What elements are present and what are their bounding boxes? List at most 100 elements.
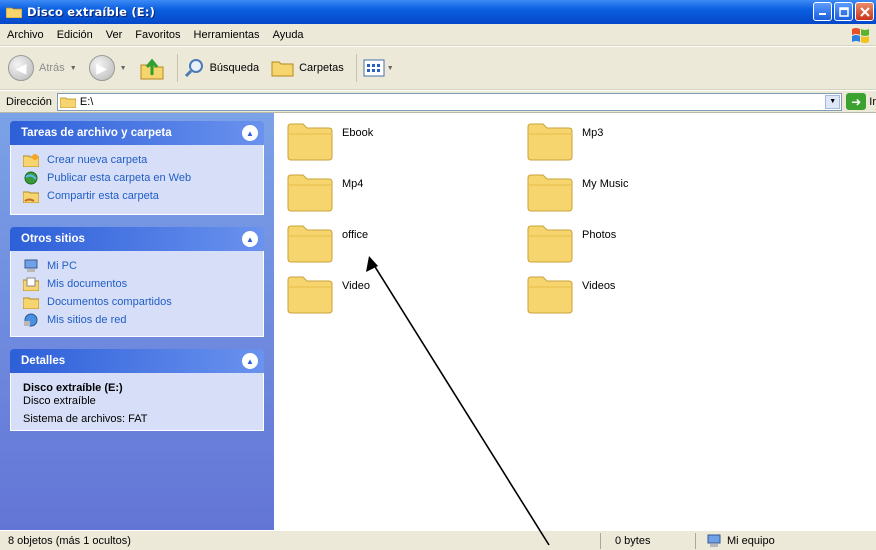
task-label: Crear nueva carpeta xyxy=(47,154,148,166)
back-button[interactable]: ◀ Atrás ▼ xyxy=(8,55,83,81)
close-button[interactable] xyxy=(855,2,874,21)
go-arrow-icon: ➜ xyxy=(846,93,867,110)
menu-edicion[interactable]: Edición xyxy=(57,29,93,41)
folder-up-icon xyxy=(140,58,164,80)
folders-button[interactable]: Carpetas xyxy=(271,58,344,78)
details-panel-title: Detalles xyxy=(21,355,66,367)
up-button[interactable] xyxy=(139,55,165,81)
place-network[interactable]: Mis sitios de red xyxy=(23,311,255,329)
details-panel: Detalles ▲ Disco extraíble (E:) Disco ex… xyxy=(10,349,264,431)
window-title: Disco extraíble (E:) xyxy=(27,5,156,19)
computer-icon xyxy=(707,534,721,547)
forward-arrow-icon: ▶ xyxy=(88,55,115,81)
place-label: Documentos compartidos xyxy=(47,296,172,308)
folder-item[interactable]: Videos xyxy=(526,272,615,314)
folder-label: office xyxy=(342,229,369,241)
search-icon xyxy=(184,59,203,78)
folder-icon xyxy=(6,7,22,18)
back-dropdown-icon[interactable]: ▼ xyxy=(70,65,77,72)
close-icon xyxy=(859,6,870,17)
globe-icon xyxy=(24,171,38,185)
status-size: 0 bytes xyxy=(615,534,651,547)
maximize-icon xyxy=(838,6,849,17)
minimize-button[interactable] xyxy=(813,2,832,21)
folder-icon xyxy=(287,276,333,314)
search-button[interactable]: Búsqueda xyxy=(184,57,260,79)
details-filesystem: Sistema de archivos: FAT xyxy=(23,413,148,425)
tasks-panel-title: Tareas de archivo y carpeta xyxy=(21,127,172,139)
folder-icon xyxy=(23,297,39,309)
status-location-label: Mi equipo xyxy=(727,534,775,547)
menu-ayuda[interactable]: Ayuda xyxy=(273,29,304,41)
details-name: Disco extraíble (E:) xyxy=(23,382,123,394)
places-panel-header[interactable]: Otros sitios ▲ xyxy=(10,227,264,251)
folder-icon xyxy=(527,174,573,212)
back-arrow-icon: ◀ xyxy=(8,55,34,81)
menu-favoritos[interactable]: Favoritos xyxy=(135,29,180,41)
folder-item[interactable]: Photos xyxy=(526,221,616,263)
place-shared-documents[interactable]: Documentos compartidos xyxy=(23,293,255,311)
place-label: Mis documentos xyxy=(47,278,128,290)
status-bar: 8 objetos (más 1 ocultos) 0 bytes Mi equ… xyxy=(0,530,876,550)
collapse-icon[interactable]: ▲ xyxy=(242,125,258,141)
title-bar: Disco extraíble (E:) xyxy=(0,0,876,24)
task-share-folder[interactable]: Compartir esta carpeta xyxy=(23,187,255,205)
place-my-computer[interactable]: Mi PC xyxy=(23,257,255,275)
folder-label: Mp4 xyxy=(342,178,364,190)
folder-icon xyxy=(287,174,333,212)
go-button[interactable]: ➜ Ir xyxy=(846,93,876,110)
menu-archivo[interactable]: Archivo xyxy=(7,29,44,41)
address-input[interactable]: E:\ ▼ xyxy=(56,92,843,111)
status-objects: 8 objetos (más 1 ocultos) xyxy=(8,534,131,547)
address-value: E:\ xyxy=(79,95,94,108)
places-panel: Otros sitios ▲ Mi PC Mis documentos Docu… xyxy=(10,227,264,337)
share-folder-icon xyxy=(23,191,39,203)
documents-icon xyxy=(23,277,39,291)
folder-icon xyxy=(527,123,573,161)
details-type: Disco extraíble xyxy=(23,395,96,407)
folder-item[interactable]: My Music xyxy=(526,170,628,212)
menu-bar: Archivo Edición Ver Favoritos Herramient… xyxy=(0,24,876,46)
folder-icon xyxy=(59,97,76,108)
folder-item[interactable]: Video xyxy=(286,272,370,314)
address-bar: Dirección E:\ ▼ ➜ Ir xyxy=(0,91,876,113)
search-label: Búsqueda xyxy=(209,62,260,74)
collapse-icon[interactable]: ▲ xyxy=(242,231,258,247)
views-button[interactable]: ▼ xyxy=(363,59,400,77)
folders-icon xyxy=(271,61,294,77)
network-icon xyxy=(24,313,38,327)
status-location: Mi equipo xyxy=(706,534,775,548)
forward-button[interactable]: ▶ ▼ xyxy=(88,55,133,81)
maximize-button[interactable] xyxy=(834,2,853,21)
place-label: Mi PC xyxy=(47,260,77,272)
folder-item[interactable]: Mp4 xyxy=(286,170,363,212)
views-icon xyxy=(363,59,385,77)
folder-label: Videos xyxy=(582,280,616,292)
folder-item[interactable]: Ebook xyxy=(286,119,373,161)
folders-label: Carpetas xyxy=(299,62,344,74)
go-label: Ir xyxy=(869,95,876,108)
task-new-folder[interactable]: Crear nueva carpeta xyxy=(23,151,255,169)
task-label: Compartir esta carpeta xyxy=(47,190,159,202)
task-publish-web[interactable]: Publicar esta carpeta en Web xyxy=(23,169,255,187)
folder-label: My Music xyxy=(582,178,629,190)
tasks-panel-header[interactable]: Tareas de archivo y carpeta ▲ xyxy=(10,121,264,145)
menu-herramientas[interactable]: Herramientas xyxy=(194,29,260,41)
folder-icon xyxy=(527,225,573,263)
back-label: Atrás xyxy=(39,62,65,74)
places-panel-title: Otros sitios xyxy=(21,233,85,245)
details-panel-header[interactable]: Detalles ▲ xyxy=(10,349,264,373)
task-pane: Tareas de archivo y carpeta ▲ Crear nuev… xyxy=(0,113,274,530)
menu-ver[interactable]: Ver xyxy=(106,29,123,41)
place-label: Mis sitios de red xyxy=(47,314,127,326)
folder-item[interactable]: office xyxy=(286,221,368,263)
folder-icon xyxy=(287,123,333,161)
windows-logo-icon xyxy=(852,28,869,43)
folder-view: Ebook Mp3 Mp4 My Music office Photos Vid… xyxy=(274,113,876,530)
collapse-icon[interactable]: ▲ xyxy=(242,353,258,369)
folder-item[interactable]: Mp3 xyxy=(526,119,603,161)
computer-icon xyxy=(24,259,38,272)
place-my-documents[interactable]: Mis documentos xyxy=(23,275,255,293)
forward-dropdown-icon[interactable]: ▼ xyxy=(120,65,127,72)
address-dropdown-icon[interactable]: ▼ xyxy=(825,94,841,109)
